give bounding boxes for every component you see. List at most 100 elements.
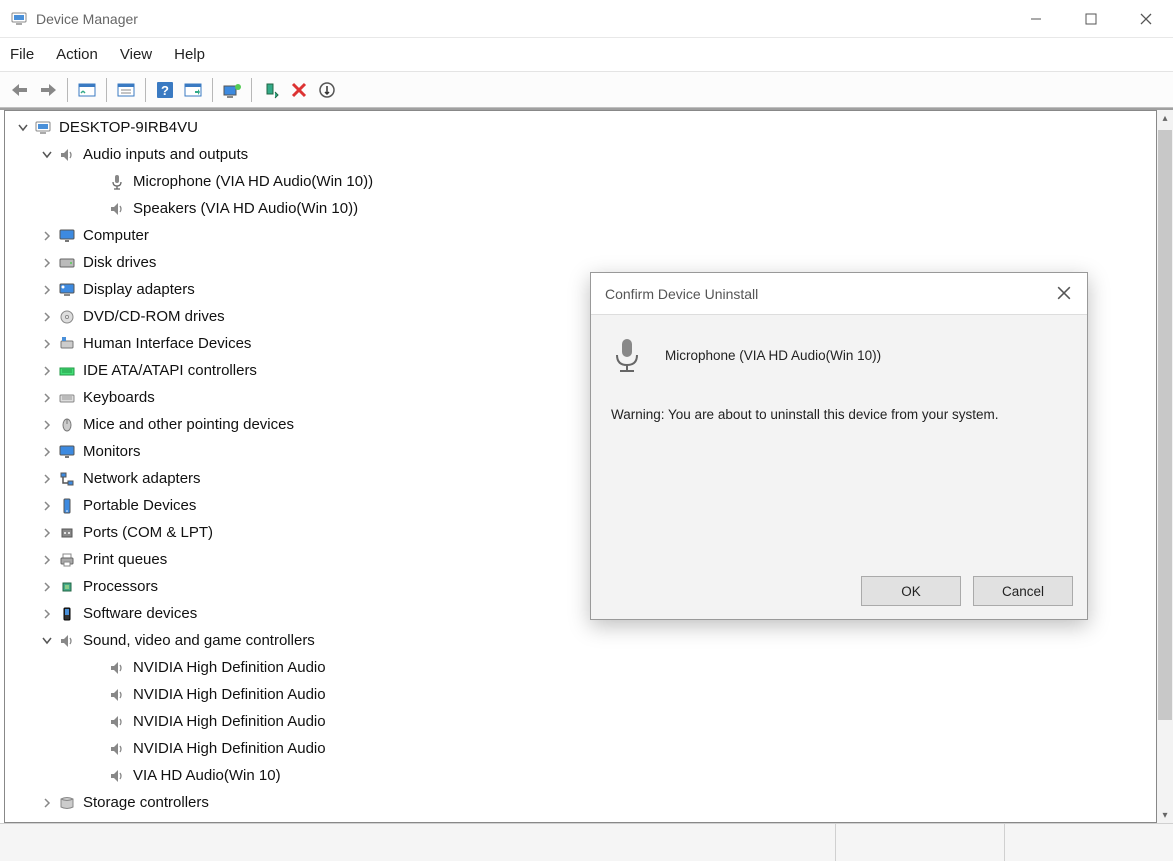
software-icon [57,604,77,624]
speaker-icon [107,712,127,732]
minimize-button[interactable] [1008,0,1063,38]
dialog-device-name: Microphone (VIA HD Audio(Win 10)) [665,348,881,363]
help-button[interactable]: ? [151,76,179,104]
confirm-uninstall-dialog: Confirm Device Uninstall Microphone (VIA… [590,272,1088,620]
tree-item-label: Network adapters [83,470,201,487]
caret-closed-icon[interactable] [39,579,55,595]
tree-device[interactable]: Speakers (VIA HD Audio(Win 10)) [11,195,1156,222]
caret-closed-icon[interactable] [39,471,55,487]
caret-open-icon[interactable] [15,120,31,136]
menu-file[interactable]: File [10,46,34,63]
update-driver-button[interactable] [218,76,246,104]
tree-item-label: Mice and other pointing devices [83,416,294,433]
caret-closed-icon[interactable] [39,336,55,352]
display-icon [57,280,77,300]
close-button[interactable] [1118,0,1173,38]
ports-icon [57,523,77,543]
tree-item-label: Keyboards [83,389,155,406]
tree-item-label: DESKTOP-9IRB4VU [59,119,198,136]
caret-closed-icon[interactable] [39,498,55,514]
uninstall-button[interactable] [285,76,313,104]
tree-device[interactable]: NVIDIA High Definition Audio [11,708,1156,735]
menu-action[interactable]: Action [56,46,98,63]
tree-item-label: Disk drives [83,254,156,271]
forward-button[interactable] [34,76,62,104]
caret-none [89,768,105,784]
tree-category[interactable]: Computer [11,222,1156,249]
scroll-down-button[interactable]: ▾ [1157,807,1173,823]
caret-closed-icon[interactable] [39,228,55,244]
tree-item-label: NVIDIA High Definition Audio [133,659,326,676]
caret-none [89,741,105,757]
portable-icon [57,496,77,516]
tree-item-label: DVD/CD-ROM drives [83,308,225,325]
dialog-warning-text: Warning: You are about to uninstall this… [611,407,1071,422]
speaker-icon [107,739,127,759]
caret-closed-icon[interactable] [39,795,55,811]
caret-none [89,174,105,190]
ok-button[interactable]: OK [861,576,961,606]
tree-root[interactable]: DESKTOP-9IRB4VU [11,114,1156,141]
titlebar: Device Manager [0,0,1173,38]
tree-device[interactable]: NVIDIA High Definition Audio [11,654,1156,681]
show-hidden-button[interactable] [73,76,101,104]
caret-closed-icon[interactable] [39,606,55,622]
tree-item-label: Storage controllers [83,794,209,811]
caret-closed-icon[interactable] [39,525,55,541]
tree-device[interactable]: NVIDIA High Definition Audio [11,681,1156,708]
network-icon [57,469,77,489]
speaker-icon [107,658,127,678]
dialog-title: Confirm Device Uninstall [605,286,758,302]
dialog-close-button[interactable] [1057,286,1073,302]
caret-closed-icon[interactable] [39,282,55,298]
menu-view[interactable]: View [120,46,152,63]
tree-item-label: Monitors [83,443,141,460]
maximize-button[interactable] [1063,0,1118,38]
tree-item-label: NVIDIA High Definition Audio [133,686,326,703]
speaker-icon [57,631,77,651]
tree-category[interactable]: Audio inputs and outputs [11,141,1156,168]
caret-closed-icon[interactable] [39,444,55,460]
vertical-scrollbar[interactable]: ▴ ▾ [1157,110,1173,823]
caret-closed-icon[interactable] [39,552,55,568]
scan-button[interactable] [179,76,207,104]
tree-item-label: Ports (COM & LPT) [83,524,213,541]
tree-category[interactable]: Sound, video and game controllers [11,627,1156,654]
hid-icon [57,334,77,354]
caret-closed-icon[interactable] [39,255,55,271]
caret-closed-icon[interactable] [39,417,55,433]
monitor-icon [57,442,77,462]
tree-item-label: Audio inputs and outputs [83,146,248,163]
scroll-up-button[interactable]: ▴ [1157,110,1173,126]
tree-device[interactable]: VIA HD Audio(Win 10) [11,762,1156,789]
caret-closed-icon[interactable] [39,309,55,325]
back-button[interactable] [6,76,34,104]
tree-device[interactable]: NVIDIA High Definition Audio [11,735,1156,762]
mic-icon [607,335,647,375]
svg-text:?: ? [161,83,169,98]
app-icon [10,10,28,28]
cancel-button[interactable]: Cancel [973,576,1073,606]
properties-button[interactable] [112,76,140,104]
menubar: File Action View Help [0,38,1173,72]
caret-none [89,660,105,676]
tree-item-label: VIA HD Audio(Win 10) [133,767,281,784]
caret-open-icon[interactable] [39,633,55,649]
ide-icon [57,361,77,381]
caret-open-icon[interactable] [39,147,55,163]
tree-category[interactable]: Storage controllers [11,789,1156,816]
mouse-icon [57,415,77,435]
scroll-thumb[interactable] [1158,130,1172,720]
tree-item-label: Computer [83,227,149,244]
tree-item-label: Display adapters [83,281,195,298]
computer-icon [33,118,53,138]
caret-closed-icon[interactable] [39,363,55,379]
tree-item-label: Processors [83,578,158,595]
tree-item-label: Print queues [83,551,167,568]
tree-device[interactable]: Microphone (VIA HD Audio(Win 10)) [11,168,1156,195]
disk-icon [57,253,77,273]
enable-button[interactable] [257,76,285,104]
caret-closed-icon[interactable] [39,390,55,406]
scan-hardware-button[interactable] [313,76,341,104]
menu-help[interactable]: Help [174,46,205,63]
